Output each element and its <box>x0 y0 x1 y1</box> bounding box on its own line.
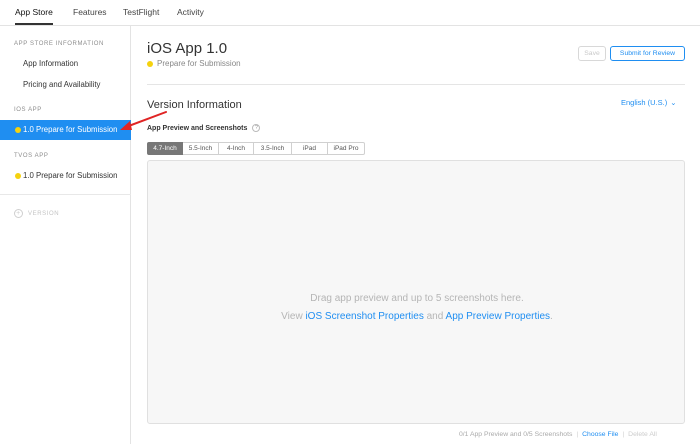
sidebar: APP STORE INFORMATION App Information Pr… <box>0 26 131 444</box>
media-footer: 0/1 App Preview and 0/5 Screenshots | Ch… <box>459 431 657 438</box>
dropzone-period: . <box>550 311 553 322</box>
device-tab-4-inch[interactable]: 4-Inch <box>219 142 254 155</box>
plus-circle-icon: + <box>14 209 23 218</box>
section-title-version-information: Version Information <box>147 99 242 111</box>
status-dot-icon <box>15 127 21 133</box>
device-tab-5-5-inch[interactable]: 5.5-Inch <box>183 142 219 155</box>
dropzone-instruction: Drag app preview and up to 5 screenshots… <box>310 293 524 304</box>
submit-for-review-button[interactable]: Submit for Review <box>610 46 685 61</box>
footer-separator: | <box>622 431 625 438</box>
ios-screenshot-properties-link[interactable]: iOS Screenshot Properties <box>305 311 423 322</box>
help-icon[interactable]: ? <box>252 124 261 132</box>
header-divider <box>147 84 685 85</box>
app-preview-properties-link[interactable]: App Preview Properties <box>446 311 551 322</box>
tab-testflight[interactable]: TestFlight <box>123 0 159 25</box>
add-version-button[interactable]: + VERSION <box>14 209 59 218</box>
top-nav: App Store Features TestFlight Activity <box>0 0 700 26</box>
device-tab-3-5-inch[interactable]: 3.5-Inch <box>254 142 292 155</box>
sidebar-item-tvos-version[interactable]: 1.0 Prepare for Submission <box>0 166 131 186</box>
choose-file-link[interactable]: Choose File <box>582 431 618 438</box>
sidebar-divider <box>0 194 131 195</box>
main-content: iOS App 1.0 Prepare for Submission Save … <box>132 26 700 444</box>
sidebar-item-ios-version[interactable]: 1.0 Prepare for Submission <box>0 120 131 140</box>
page-title: iOS App 1.0 <box>147 40 228 57</box>
device-tab-ipad[interactable]: iPad <box>292 142 328 155</box>
device-size-tabs: 4.7-Inch 5.5-Inch 4-Inch 3.5-Inch iPad i… <box>147 142 365 155</box>
status-indicator: Prepare for Submission <box>147 59 241 68</box>
dropzone-links: View iOS Screenshot Properties and App P… <box>148 311 686 322</box>
language-label: English (U.S.) <box>621 98 668 107</box>
tab-activity[interactable]: Activity <box>177 0 204 25</box>
device-tab-ipad-pro[interactable]: iPad Pro <box>328 142 365 155</box>
sidebar-heading-app-store-info: APP STORE INFORMATION <box>14 41 104 47</box>
delete-all-link[interactable]: Delete All <box>628 431 657 438</box>
sidebar-heading-tvos-app: tvOS APP <box>14 153 49 159</box>
sidebar-item-label: 1.0 Prepare for Submission <box>23 171 118 180</box>
status-dot-icon <box>147 60 153 67</box>
subsection-label: App Preview and Screenshots <box>147 124 248 132</box>
footer-separator: | <box>576 431 579 438</box>
dropzone-view-text: View <box>281 311 303 322</box>
media-count: 0/1 App Preview and 0/5 Screenshots <box>459 431 573 438</box>
save-button[interactable]: Save <box>578 46 606 61</box>
subsection-title-preview-screenshots: App Preview and Screenshots ? <box>147 124 261 132</box>
status-text: Prepare for Submission <box>157 59 241 68</box>
tab-features[interactable]: Features <box>73 0 107 25</box>
screenshot-dropzone[interactable]: Drag app preview and up to 5 screenshots… <box>147 160 685 424</box>
status-dot-icon <box>15 173 21 179</box>
sidebar-item-app-information[interactable]: App Information <box>0 54 131 74</box>
chevron-down-icon: ⌄ <box>670 98 677 107</box>
tab-app-store[interactable]: App Store <box>15 0 53 25</box>
device-tab-4-7-inch[interactable]: 4.7-Inch <box>147 142 183 155</box>
language-selector[interactable]: English (U.S.) ⌄ <box>621 98 677 107</box>
dropzone-and-text: and <box>426 311 444 322</box>
sidebar-heading-ios-app: iOS APP <box>14 107 42 113</box>
sidebar-item-pricing-availability[interactable]: Pricing and Availability <box>0 75 131 95</box>
add-version-label: VERSION <box>28 210 60 217</box>
sidebar-item-label: 1.0 Prepare for Submission <box>23 125 118 134</box>
